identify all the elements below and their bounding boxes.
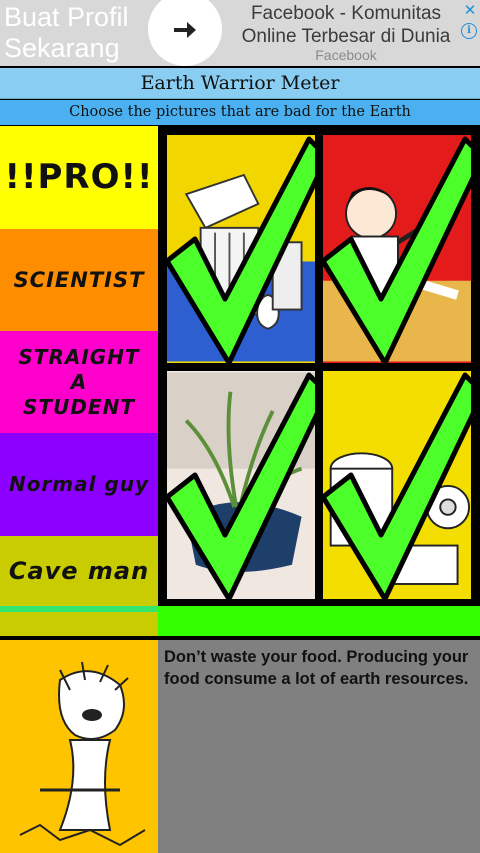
- plant-picture[interactable]: [164, 368, 318, 602]
- checkmark-icon: [323, 372, 471, 599]
- meter-level-straight-a: STRAIGHT A STUDENT: [0, 331, 158, 433]
- ad-source: Facebook: [315, 47, 377, 63]
- stressed-man-picture: [0, 640, 158, 853]
- close-icon[interactable]: ✕: [462, 2, 478, 18]
- ad-headline[interactable]: Buat Profil Sekarang: [4, 2, 154, 64]
- checkmark-icon: [167, 136, 315, 363]
- ad-title[interactable]: Facebook - Komunitas Online Terbesar di …: [228, 2, 464, 48]
- meter-level-label: STRAIGHT A STUDENT: [18, 344, 140, 419]
- meter-level-normal: Normal guy: [0, 433, 158, 536]
- meter-level-label: SCIENTIST: [13, 267, 145, 292]
- meter-level-pro: !!PRO!!: [0, 126, 158, 229]
- stressed-man-illustration: [19, 661, 146, 847]
- checkmark-icon: [167, 372, 315, 599]
- ad-banner[interactable]: Buat Profil Sekarang Facebook - Komunita…: [0, 0, 480, 66]
- meter-level-scientist: SCIENTIST: [0, 229, 158, 331]
- trash-can-picture[interactable]: [164, 132, 318, 366]
- toilet-paper-picture[interactable]: [320, 368, 474, 602]
- app-root: Buat Profil Sekarang Facebook - Komunita…: [0, 0, 480, 853]
- ad-action-button[interactable]: [148, 0, 222, 66]
- meter-base: [0, 612, 158, 636]
- meter-level-label: Normal guy: [8, 472, 150, 496]
- checkmark-icon: [323, 136, 471, 363]
- arrow-right-icon: [174, 22, 196, 38]
- info-icon[interactable]: i: [461, 23, 477, 39]
- meter-level-label: !!PRO!!: [4, 157, 154, 198]
- instruction-text: Choose the pictures that are bad for the…: [0, 100, 480, 125]
- boy-picture[interactable]: [320, 132, 474, 366]
- app-title: Earth Warrior Meter: [0, 68, 480, 99]
- tip-text: Don’t waste your food. Producing your fo…: [164, 648, 469, 688]
- progress-bar: [158, 606, 480, 636]
- tip-box: Don’t waste your food. Producing your fo…: [158, 640, 480, 853]
- meter-level-caveman: Cave man: [0, 536, 158, 606]
- picture-grid: [158, 126, 480, 606]
- meter-level-label: Cave man: [8, 557, 150, 585]
